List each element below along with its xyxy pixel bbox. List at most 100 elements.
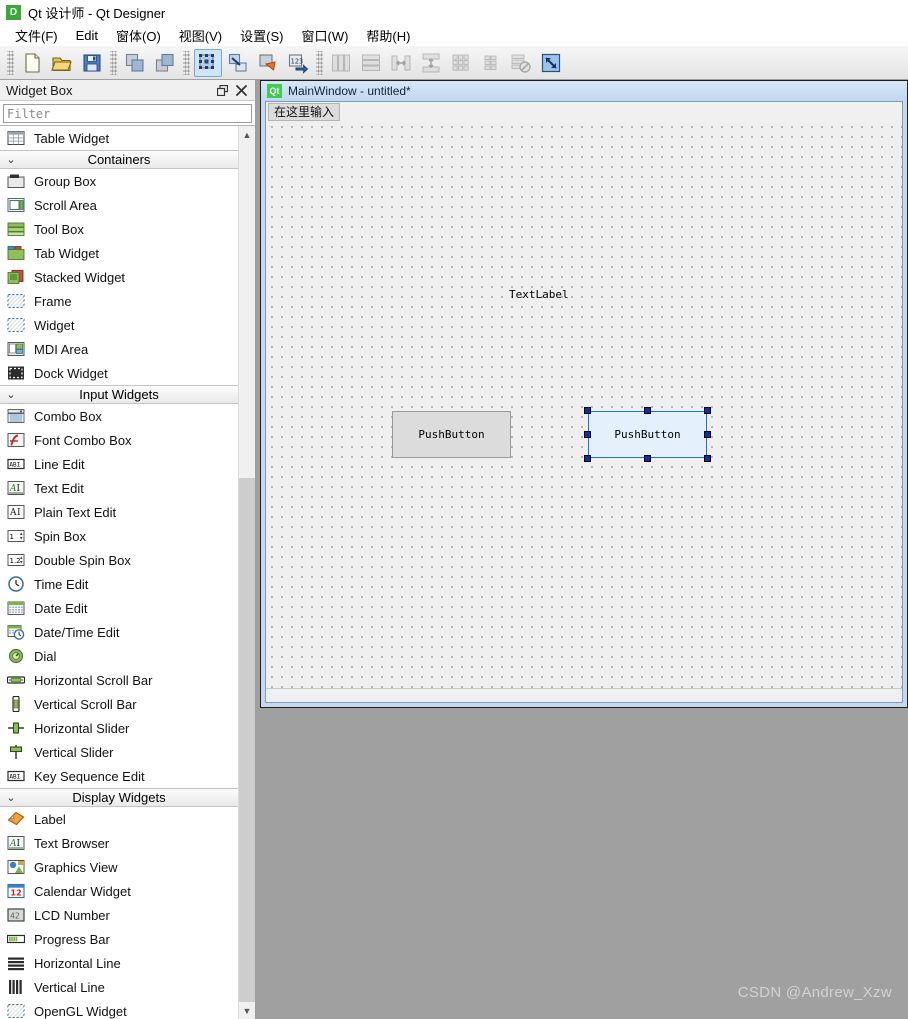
widget-item-vertical-line[interactable]: Vertical Line <box>0 975 238 999</box>
widget-item-tab-widget[interactable]: Tab Widget <box>0 241 238 265</box>
vertical-slider-icon <box>6 743 26 761</box>
widget-item-horizontal-scroll-bar[interactable]: Horizontal Scroll Bar <box>0 668 238 692</box>
widget-item-mdi-area[interactable]: MDI Area <box>0 337 238 361</box>
form-window[interactable]: Qt MainWindow - untitled* 在这里输入 TextLabe… <box>260 80 908 708</box>
horizontal-line-icon <box>6 954 26 972</box>
text-edit-icon: AI <box>6 479 26 497</box>
widget-item-label: Vertical Line <box>34 979 105 995</box>
search-input[interactable] <box>3 104 252 123</box>
widget-item-scroll-area[interactable]: Scroll Area <box>0 193 238 217</box>
window-title: Qt 设计师 - Qt Designer <box>28 5 166 21</box>
selection-handle[interactable] <box>584 455 591 462</box>
widget-item-dock-widget[interactable]: Dock Widget <box>0 361 238 385</box>
scrollbar-track[interactable] <box>239 143 255 1002</box>
widget-item-table-widget[interactable]: Table Widget <box>0 126 238 150</box>
widget-item-plain-text-edit[interactable]: A I Plain Text Edit <box>0 500 238 524</box>
widget-item-label[interactable]: Label <box>0 807 238 831</box>
widget-item-vertical-slider[interactable]: Vertical Slider <box>0 740 238 764</box>
edit-widgets-icon[interactable] <box>194 48 222 77</box>
selection-handle[interactable] <box>704 430 711 438</box>
widget-icon <box>6 316 26 334</box>
toolbar-grip[interactable] <box>183 50 190 75</box>
menu-window[interactable]: 窗口(W) <box>292 24 357 47</box>
toolbar-grip[interactable] <box>316 50 323 75</box>
edit-tab-order-icon[interactable]: 123 <box>284 49 312 77</box>
selection-handle[interactable] <box>584 407 591 414</box>
selection-handle[interactable] <box>704 407 711 414</box>
widget-item-double-spin-box[interactable]: 1.2 Double Spin Box <box>0 548 238 572</box>
menu-edit[interactable]: Edit <box>67 26 107 45</box>
scrollbar-thumb[interactable] <box>239 478 255 1002</box>
form-title-bar[interactable]: Qt MainWindow - untitled* <box>261 81 907 101</box>
layout-vertical-icon <box>357 49 385 77</box>
widget-item-text-browser[interactable]: A I Text Browser <box>0 831 238 855</box>
menu-placeholder[interactable]: 在这里输入 <box>268 102 341 121</box>
calendar-widget-icon: 12 <box>6 882 26 900</box>
new-file-icon[interactable] <box>18 49 46 77</box>
widget-item-line-edit[interactable]: ABI Line Edit <box>0 452 238 476</box>
widget-item-spin-box[interactable]: 1 Spin Box <box>0 524 238 548</box>
widget-item-horizontal-line[interactable]: Horizontal Line <box>0 951 238 975</box>
widget-item-widget[interactable]: Widget <box>0 313 238 337</box>
menu-view[interactable]: 视图(V) <box>170 24 231 47</box>
widget-item-font-combo-box[interactable]: Font Combo Box <box>0 428 238 452</box>
redo-icon[interactable] <box>151 49 179 77</box>
toolbar-grip[interactable] <box>110 50 117 75</box>
undo-icon[interactable] <box>121 49 149 77</box>
form-widget-pushbutton[interactable]: PushButton <box>392 411 511 458</box>
widget-item-calendar-widget[interactable]: 12 Calendar Widget <box>0 879 238 903</box>
undock-icon[interactable] <box>213 82 232 99</box>
form-widget-pushbutton-selected[interactable]: PushButton <box>588 411 707 458</box>
widget-item-label: Frame <box>34 293 72 309</box>
widget-item-lcd-number[interactable]: 42 LCD Number <box>0 903 238 927</box>
widget-item-dial[interactable]: Dial <box>0 644 238 668</box>
form-canvas[interactable]: TextLabel PushButton PushButton <box>266 121 902 688</box>
widget-item-vertical-scroll-bar[interactable]: Vertical Scroll Bar <box>0 692 238 716</box>
menu-form[interactable]: 窗体(O) <box>107 24 170 47</box>
adjust-size-icon[interactable] <box>537 49 565 77</box>
widget-item-label: LCD Number <box>34 907 110 923</box>
widget-item-combo-box[interactable]: Combo Box <box>0 404 238 428</box>
widget-list-scrollbar[interactable]: ▲ ▼ <box>238 126 255 1019</box>
widget-item-label: Label <box>34 811 66 827</box>
widget-item-time-edit[interactable]: Time Edit <box>0 572 238 596</box>
selection-handle[interactable] <box>643 455 651 462</box>
scroll-down-arrow[interactable]: ▼ <box>239 1002 255 1019</box>
edit-buddies-icon[interactable] <box>254 49 282 77</box>
open-folder-icon[interactable] <box>48 49 76 77</box>
close-icon[interactable] <box>232 82 251 99</box>
menu-file[interactable]: 文件(F) <box>6 24 67 47</box>
widget-item-graphics-view[interactable]: Graphics View <box>0 855 238 879</box>
toolbar-grip[interactable] <box>7 50 14 75</box>
widget-item-progress-bar[interactable]: Progress Bar <box>0 927 238 951</box>
selection-handle[interactable] <box>643 407 651 414</box>
combo-box-icon <box>6 407 26 425</box>
form-menu-bar[interactable]: 在这里输入 <box>266 102 902 121</box>
widget-item-frame[interactable]: Frame <box>0 289 238 313</box>
widget-item-tool-box[interactable]: Tool Box <box>0 217 238 241</box>
widget-item-key-sequence-edit[interactable]: ABI Key Sequence Edit <box>0 764 238 788</box>
scroll-up-arrow[interactable]: ▲ <box>239 126 255 143</box>
save-icon[interactable] <box>78 49 106 77</box>
edit-signals-slots-icon[interactable] <box>224 49 252 77</box>
widget-item-label: Horizontal Slider <box>34 720 130 736</box>
line-edit-icon: ABI <box>6 455 26 473</box>
form-widget-label[interactable]: TextLabel <box>509 288 569 301</box>
widget-item-horizontal-slider[interactable]: Horizontal Slider <box>0 716 238 740</box>
widget-item-stacked-widget[interactable]: Stacked Widget <box>0 265 238 289</box>
widget-item-text-edit[interactable]: A I Text Edit <box>0 476 238 500</box>
widget-item-group-box[interactable]: Group Box <box>0 169 238 193</box>
menu-settings[interactable]: 设置(S) <box>231 24 292 47</box>
widget-item-date-edit[interactable]: Date Edit <box>0 596 238 620</box>
selection-handle[interactable] <box>584 430 591 438</box>
selection-handle[interactable] <box>704 455 711 462</box>
widget-item-opengl-widget[interactable]: OpenGL Widget <box>0 999 238 1019</box>
widget-group-input-widgets[interactable]: ⌄ Input Widgets <box>0 385 238 404</box>
menu-help[interactable]: 帮助(H) <box>357 24 419 47</box>
widget-list[interactable]: Table Widget ⌄ Containers Group Box Scroll A… <box>0 126 238 1019</box>
widget-group-containers[interactable]: ⌄ Containers <box>0 150 238 169</box>
widget-group-display-widgets[interactable]: ⌄ Display Widgets <box>0 788 238 807</box>
mdi-workspace[interactable]: Qt MainWindow - untitled* 在这里输入 TextLabe… <box>256 80 908 1019</box>
double-spin-box-icon: 1.2 <box>6 551 26 569</box>
widget-item-date-time-edit[interactable]: Date/Time Edit <box>0 620 238 644</box>
